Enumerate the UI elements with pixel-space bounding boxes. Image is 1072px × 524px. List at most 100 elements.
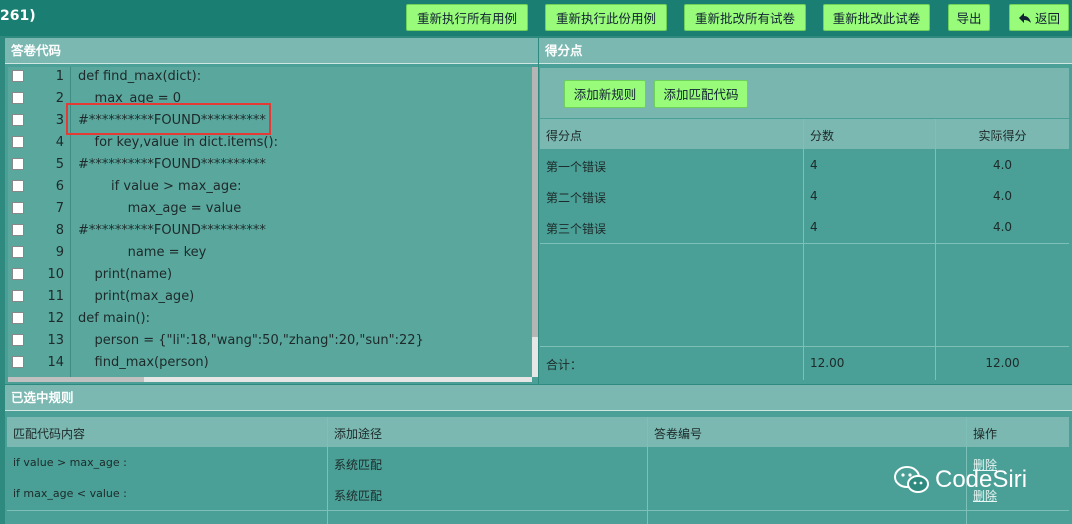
rules-col-divider — [327, 417, 328, 524]
rule-content: if value > max_age : — [13, 456, 127, 469]
score-point-actual: 4.0 — [992, 220, 1013, 234]
score-point-name: 第三个错误 — [546, 222, 607, 236]
line-checkbox[interactable] — [12, 70, 24, 82]
line-number: 3 — [55, 113, 64, 128]
score-point-name: 第一个错误 — [546, 160, 607, 174]
score-panel-header: 得分点 — [539, 38, 1072, 64]
code-line: 8 #**********FOUND********** — [8, 221, 532, 243]
rules-panel-header: 已选中规则 — [5, 385, 1072, 411]
code-line: 13 person = {"li":18,"wang":50,"zhang":2… — [8, 331, 532, 353]
score-col-score: 分数 — [810, 129, 835, 143]
rerun-all-cases-button[interactable]: 重新执行所有用例 — [406, 4, 528, 31]
watermark-text: CodeSiri — [935, 466, 1028, 493]
top-toolbar: 261) 重新执行所有用例 重新执行此份用例 重新批改所有试卷 重新批改此试卷 … — [0, 0, 1072, 36]
back-button[interactable]: 返回 — [1009, 4, 1069, 31]
rules-col-paper: 答卷编号 — [654, 427, 703, 441]
line-checkbox[interactable] — [12, 334, 24, 346]
line-number: 4 — [55, 135, 64, 150]
line-code: max_age = value — [78, 201, 242, 216]
vertical-scroll-thumb[interactable] — [532, 67, 538, 337]
code-line: 11 print(max_age) — [8, 287, 532, 309]
line-number: 14 — [47, 355, 64, 370]
line-code: find_max(person) — [78, 355, 209, 370]
rules-col-source: 添加途径 — [334, 427, 383, 441]
add-match-code-button[interactable]: 添加匹配代码 — [654, 80, 748, 108]
rule-source: 系统匹配 — [334, 458, 383, 472]
back-label: 返回 — [1034, 11, 1060, 26]
line-checkbox[interactable] — [12, 158, 24, 170]
line-code: name = key — [78, 245, 207, 260]
line-code: if value > max_age: — [78, 179, 242, 194]
code-line: 1 def find_max(dict): — [8, 67, 532, 89]
code-line: 10 print(name) — [8, 265, 532, 287]
regrade-all-papers-button[interactable]: 重新批改所有试卷 — [684, 4, 806, 31]
score-col-divider — [803, 119, 804, 380]
score-col-name: 得分点 — [546, 129, 583, 143]
line-checkbox[interactable] — [12, 246, 24, 258]
line-checkbox[interactable] — [12, 268, 24, 280]
page-title: 261) — [0, 8, 36, 24]
score-point-name: 第二个错误 — [546, 191, 607, 205]
line-checkbox[interactable] — [12, 180, 24, 192]
rules-col-divider — [647, 417, 648, 524]
export-button[interactable]: 导出 — [948, 4, 990, 31]
line-code: print(name) — [78, 267, 173, 282]
code-panel-header: 答卷代码 — [5, 38, 538, 64]
code-vertical-scrollbar[interactable] — [532, 67, 538, 377]
line-number: 10 — [47, 267, 64, 282]
line-number: 12 — [47, 311, 64, 326]
line-number: 5 — [55, 157, 64, 172]
code-horizontal-scrollbar[interactable] — [8, 377, 532, 382]
line-code: def main(): — [78, 311, 150, 326]
line-checkbox[interactable] — [12, 114, 24, 126]
score-point-actual: 4.0 — [992, 158, 1013, 172]
rule-content: if max_age < value : — [13, 487, 127, 500]
line-number: 1 — [55, 69, 64, 84]
rule-source: 系统匹配 — [334, 489, 383, 503]
line-code: for key,value in dict.items(): — [78, 135, 278, 150]
line-checkbox[interactable] — [12, 312, 24, 324]
total-actual: 12.00 — [985, 356, 1020, 370]
line-number: 11 — [47, 289, 64, 304]
wechat-icon — [893, 464, 931, 500]
total-score: 12.00 — [810, 356, 845, 370]
horizontal-scroll-thumb[interactable] — [8, 377, 144, 382]
score-col-actual: 实际得分 — [978, 129, 1027, 143]
line-code: def find_max(dict): — [78, 69, 202, 84]
line-checkbox[interactable] — [12, 202, 24, 214]
line-code: person = {"li":18,"wang":50,"zhang":20,"… — [78, 333, 424, 348]
line-code: print(max_age) — [78, 289, 195, 304]
line-code: #**********FOUND********** — [78, 223, 266, 238]
add-rule-button[interactable]: 添加新规则 — [564, 80, 646, 108]
line-number: 7 — [55, 201, 64, 216]
code-line: 12 def main(): — [8, 309, 532, 331]
code-line: 14 find_max(person) — [8, 353, 532, 375]
rerun-this-case-button[interactable]: 重新执行此份用例 — [545, 4, 667, 31]
line-checkbox[interactable] — [12, 136, 24, 148]
line-number: 9 — [55, 245, 64, 260]
line-checkbox[interactable] — [12, 290, 24, 302]
line-number: 2 — [55, 91, 64, 106]
rules-col-content: 匹配代码内容 — [13, 427, 86, 441]
total-label: 合计： — [546, 358, 583, 372]
score-point-score: 4 — [810, 189, 818, 203]
code-line: 4 for key,value in dict.items(): — [8, 133, 532, 155]
line-checkbox[interactable] — [12, 356, 24, 368]
line-code: #**********FOUND********** — [78, 157, 266, 172]
line-checkbox[interactable] — [12, 224, 24, 236]
rules-col-action: 操作 — [973, 427, 998, 441]
code-line: 5 #**********FOUND********** — [8, 155, 532, 177]
line-checkbox[interactable] — [12, 92, 24, 104]
regrade-this-paper-button[interactable]: 重新批改此试卷 — [823, 4, 930, 31]
code-line: 9 name = key — [8, 243, 532, 265]
score-col-divider — [935, 119, 936, 380]
score-point-score: 4 — [810, 220, 818, 234]
score-point-actual: 4.0 — [992, 189, 1013, 203]
line-number: 8 — [55, 223, 64, 238]
line-number: 13 — [47, 333, 64, 348]
rules-table-header — [7, 417, 1069, 447]
code-line: 6 if value > max_age: — [8, 177, 532, 199]
back-arrow-icon — [1018, 6, 1032, 33]
score-point-score: 4 — [810, 158, 818, 172]
code-line: 7 max_age = value — [8, 199, 532, 221]
